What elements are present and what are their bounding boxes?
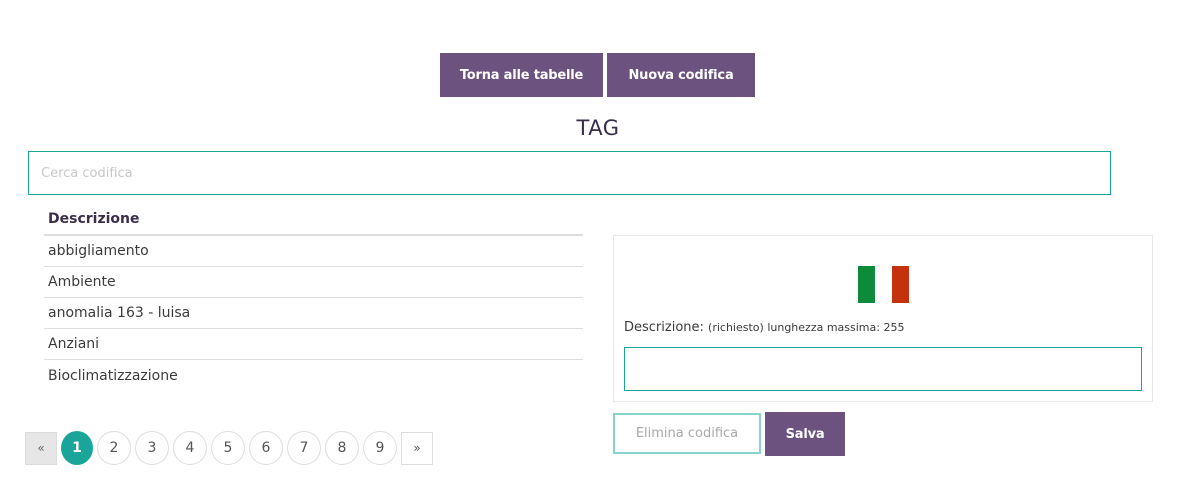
- pagination-page-6[interactable]: 6: [249, 431, 283, 465]
- italy-flag-icon: [858, 266, 909, 303]
- table-row[interactable]: Bioclimatizzazione: [44, 360, 583, 391]
- save-button[interactable]: Salva: [765, 412, 845, 456]
- search-input[interactable]: [28, 151, 1111, 195]
- pagination-page-8[interactable]: 8: [325, 431, 359, 465]
- page-title: TAG: [576, 116, 620, 140]
- description-input[interactable]: [624, 347, 1142, 391]
- table-row[interactable]: Ambiente: [44, 267, 583, 298]
- edit-panel: Descrizione: (richiesto) lunghezza massi…: [613, 235, 1153, 402]
- description-label: Descrizione:: [624, 320, 704, 335]
- pagination-page-5[interactable]: 5: [211, 431, 245, 465]
- table-row[interactable]: anomalia 163 - luisa: [44, 298, 583, 329]
- back-to-tables-button[interactable]: Torna alle tabelle: [440, 53, 603, 97]
- description-hint: (richiesto) lunghezza massima: 255: [708, 321, 905, 334]
- delete-code-button[interactable]: Elimina codifica: [613, 413, 761, 454]
- pagination-page-4[interactable]: 4: [173, 431, 207, 465]
- pagination-prev-button[interactable]: «: [25, 431, 57, 465]
- codes-table: Descrizione abbigliamento Ambiente anoma…: [44, 204, 583, 391]
- pagination-page-2[interactable]: 2: [97, 431, 131, 465]
- pagination-next-button[interactable]: »: [401, 431, 433, 465]
- pagination-page-3[interactable]: 3: [135, 431, 169, 465]
- description-field-label: Descrizione: (richiesto) lunghezza massi…: [624, 320, 904, 335]
- pagination-page-9[interactable]: 9: [363, 431, 397, 465]
- top-toolbar: Torna alle tabelle Nuova codifica: [440, 53, 755, 97]
- table-row[interactable]: Anziani: [44, 329, 583, 360]
- table-row[interactable]: abbigliamento: [44, 236, 583, 267]
- new-code-button[interactable]: Nuova codifica: [607, 53, 755, 97]
- form-actions: Elimina codifica Salva: [613, 412, 845, 456]
- pagination-page-1[interactable]: 1: [61, 431, 93, 465]
- table-header-description[interactable]: Descrizione: [44, 204, 583, 236]
- pagination-page-7[interactable]: 7: [287, 431, 321, 465]
- pagination: « 1 2 3 4 5 6 7 8 9 »: [25, 431, 433, 465]
